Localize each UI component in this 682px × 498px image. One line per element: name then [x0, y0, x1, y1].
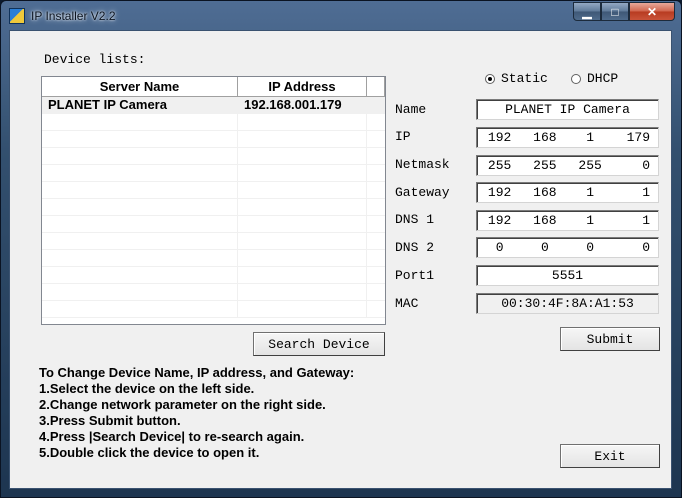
gateway-octet-1[interactable]: 192	[477, 185, 522, 200]
column-ip-address[interactable]: IP Address	[238, 77, 367, 97]
close-button[interactable]: ✕	[629, 2, 675, 21]
dns2-label: DNS 2	[395, 240, 435, 255]
instruction-step-1: 1.Select the device on the left side.	[39, 381, 255, 396]
instruction-step-3: 3.Press Submit button.	[39, 413, 181, 428]
device-name-cell: PLANET IP Camera	[42, 97, 238, 113]
device-list[interactable]: Server Name IP Address PLANET IP Camera …	[41, 76, 386, 325]
device-list-label: Device lists:	[44, 52, 146, 67]
empty-row	[42, 301, 385, 318]
dns1-label: DNS 1	[395, 212, 435, 227]
window-title: IP Installer V2.2	[31, 9, 116, 23]
name-field[interactable]: PLANET IP Camera	[476, 99, 659, 120]
instruction-step-5: 5.Double click the device to open it.	[39, 445, 260, 460]
ip-label: IP	[395, 129, 411, 144]
static-radio-label: Static	[501, 71, 548, 86]
device-list-rows: PLANET IP Camera 192.168.001.179	[42, 97, 385, 318]
netmask-octet-1[interactable]: 255	[477, 158, 522, 173]
instruction-heading: To Change Device Name, IP address, and G…	[39, 365, 355, 380]
dns1-octet-1[interactable]: 192	[477, 213, 522, 228]
netmask-label: Netmask	[395, 157, 450, 172]
gateway-octet-4[interactable]: 1	[613, 185, 658, 200]
empty-row	[42, 250, 385, 267]
exit-button[interactable]: Exit	[560, 444, 660, 468]
empty-row	[42, 148, 385, 165]
empty-row	[42, 114, 385, 131]
instruction-step-4: 4.Press |Search Device| to re-search aga…	[39, 429, 305, 444]
empty-row	[42, 199, 385, 216]
instructions: To Change Device Name, IP address, and G…	[39, 365, 354, 461]
dns2-octet-2[interactable]: 0	[522, 240, 567, 255]
minimize-button[interactable]: ▁	[573, 2, 601, 21]
netmask-octet-4[interactable]: 0	[613, 158, 658, 173]
gateway-label: Gateway	[395, 185, 450, 200]
ip-octet-4[interactable]: 179	[613, 130, 658, 145]
dns2-octet-4[interactable]: 0	[613, 240, 658, 255]
name-field-value: PLANET IP Camera	[505, 102, 630, 117]
empty-row	[42, 267, 385, 284]
empty-row	[42, 284, 385, 301]
window-controls: ▁ □ ✕	[573, 2, 675, 22]
dns1-octet-3[interactable]: 1	[568, 213, 613, 228]
static-radio-indicator	[485, 73, 495, 84]
netmask-field[interactable]: 255 255 255 0	[476, 155, 659, 176]
device-ip-cell: 192.168.001.179	[238, 97, 367, 113]
dhcp-radio[interactable]: DHCP	[571, 71, 618, 86]
dns1-octet-2[interactable]: 168	[522, 213, 567, 228]
dns1-octet-4[interactable]: 1	[613, 213, 658, 228]
empty-row	[42, 165, 385, 182]
name-label: Name	[395, 102, 427, 117]
ip-octet-1[interactable]: 192	[477, 130, 522, 145]
column-filler	[367, 77, 385, 97]
dns1-field[interactable]: 192 168 1 1	[476, 210, 659, 231]
title-bar[interactable]: IP Installer V2.2 ▁ □ ✕	[1, 1, 681, 31]
ip-octet-3[interactable]: 1	[568, 130, 613, 145]
port1-field[interactable]: 5551	[476, 265, 659, 286]
mac-field-value: 00:30:4F:8A:A1:53	[501, 296, 634, 311]
device-list-header: Server Name IP Address	[42, 77, 385, 97]
dns2-octet-1[interactable]: 0	[477, 240, 522, 255]
static-radio[interactable]: Static	[485, 71, 548, 86]
dhcp-radio-label: DHCP	[587, 71, 619, 86]
ip-octet-2[interactable]: 168	[522, 130, 567, 145]
empty-row	[42, 182, 385, 199]
gateway-field[interactable]: 192 168 1 1	[476, 182, 659, 203]
column-server-name[interactable]: Server Name	[42, 77, 238, 97]
search-device-button[interactable]: Search Device	[253, 332, 385, 356]
dns2-octet-3[interactable]: 0	[568, 240, 613, 255]
dns2-field[interactable]: 0 0 0 0	[476, 237, 659, 258]
port1-label: Port1	[395, 268, 435, 283]
empty-row	[42, 233, 385, 250]
maximize-button[interactable]: □	[601, 2, 629, 21]
mac-field: 00:30:4F:8A:A1:53	[476, 293, 659, 314]
empty-row	[42, 216, 385, 233]
empty-row	[42, 131, 385, 148]
port1-field-value: 5551	[551, 268, 584, 283]
mac-label: MAC	[395, 296, 419, 311]
ip-field[interactable]: 192 168 1 179	[476, 127, 659, 148]
dhcp-radio-indicator	[571, 73, 581, 84]
device-row[interactable]: PLANET IP Camera 192.168.001.179	[42, 97, 385, 114]
gateway-octet-2[interactable]: 168	[522, 185, 567, 200]
netmask-octet-2[interactable]: 255	[522, 158, 567, 173]
gateway-octet-3[interactable]: 1	[568, 185, 613, 200]
app-icon	[9, 8, 25, 24]
submit-button[interactable]: Submit	[560, 327, 660, 351]
instruction-step-2: 2.Change network parameter on the right …	[39, 397, 326, 412]
netmask-octet-3[interactable]: 255	[568, 158, 613, 173]
